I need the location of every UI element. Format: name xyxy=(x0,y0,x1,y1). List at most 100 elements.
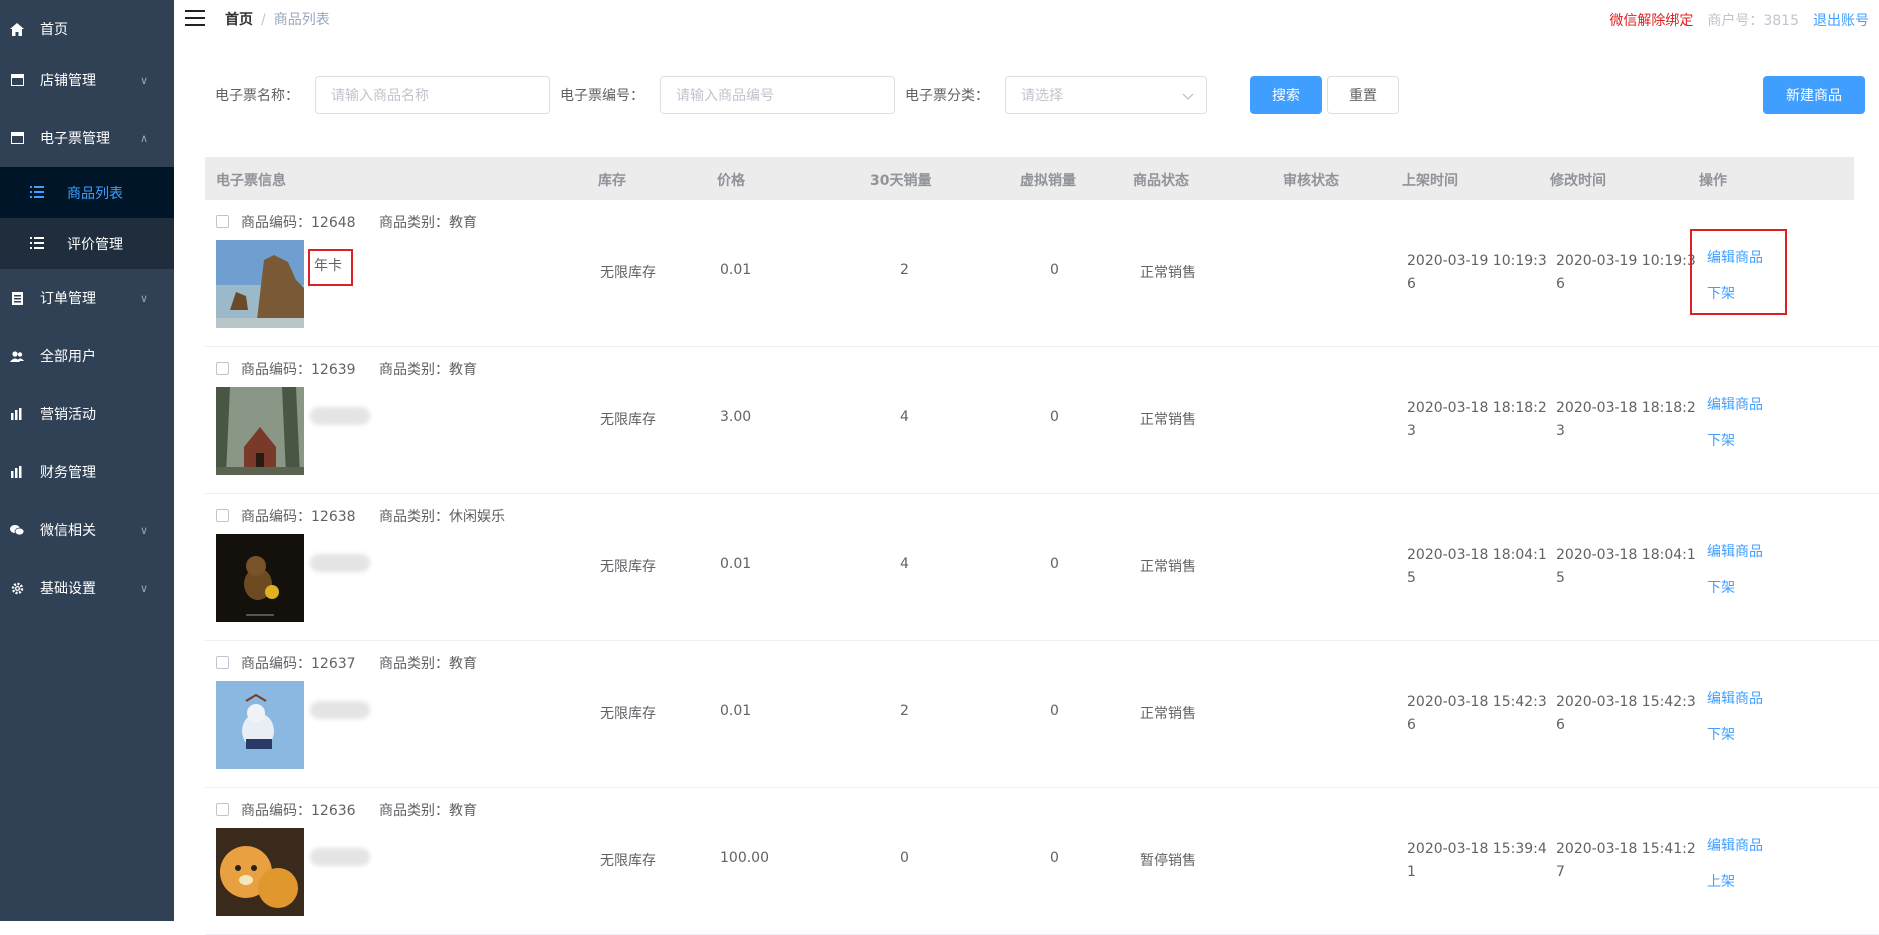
sidebar-item-label: 微信相关 xyxy=(40,523,96,539)
stock-value: 无限库存 xyxy=(600,706,656,722)
row-checkbox[interactable] xyxy=(216,362,229,375)
toggle-listing-link[interactable]: 下架 xyxy=(1707,430,1735,450)
sidebar-item-label: 基础设置 xyxy=(40,581,96,597)
sales30-value: 4 xyxy=(900,556,909,572)
price-value: 100.00 xyxy=(720,850,769,866)
toggle-listing-link[interactable]: 下架 xyxy=(1707,577,1735,597)
product-category: 商品类别：教育 xyxy=(379,656,477,672)
sidebar-item-settings[interactable]: 基础设置 ∨ xyxy=(0,559,174,617)
column-header-price: 价格 xyxy=(717,173,745,189)
chevron-down-icon xyxy=(1182,89,1194,105)
status-value: 暂停销售 xyxy=(1140,853,1196,869)
edit-product-link[interactable]: 编辑商品 xyxy=(1707,541,1763,561)
sales30-value: 2 xyxy=(900,262,909,278)
table-row: 商品编码：12648 商品类别：教育 年卡 无限库存 0.01 2 0 正常销售… xyxy=(205,200,1879,347)
sidebar-item-ticket[interactable]: 电子票管理 ∧ xyxy=(0,109,174,167)
edit-product-link[interactable]: 编辑商品 xyxy=(1707,688,1763,708)
listed-time: 2020-03-18 15:42:36 xyxy=(1407,694,1547,733)
sidebar-subitem-reviews[interactable]: 评价管理 xyxy=(0,218,174,269)
product-category: 商品类别：教育 xyxy=(379,803,477,819)
chevron-down-icon: ∨ xyxy=(140,581,149,595)
table-row: 商品编码：12637 商品类别：教育 无限库存 0.01 2 0 正常销售 20… xyxy=(205,641,1879,788)
blurred-product-name xyxy=(310,701,370,719)
row-checkbox[interactable] xyxy=(216,656,229,669)
stock-value: 无限库存 xyxy=(600,853,656,869)
table-row: 商品编码：12639 商品类别：教育 无限库存 3.00 4 0 正常销售 20… xyxy=(205,347,1879,494)
sidebar-item-finance[interactable]: 财务管理 xyxy=(0,443,174,501)
status-value: 正常销售 xyxy=(1140,706,1196,722)
product-category: 商品类别：教育 xyxy=(379,215,477,231)
modified-time: 2020-03-19 10:19:36 xyxy=(1556,253,1696,292)
sidebar-item-wechat[interactable]: 微信相关 ∨ xyxy=(0,501,174,559)
edit-product-link[interactable]: 编辑商品 xyxy=(1707,394,1763,414)
sidebar-item-users[interactable]: 全部用户 xyxy=(0,327,174,385)
listed-time: 2020-03-18 15:39:41 xyxy=(1407,841,1547,880)
name-search-input[interactable]: 请输入商品名称 xyxy=(315,76,550,114)
sidebar-subitem-label: 评价管理 xyxy=(67,236,123,253)
toggle-listing-link[interactable]: 下架 xyxy=(1707,724,1735,744)
listed-time: 2020-03-18 18:04:15 xyxy=(1407,547,1547,586)
row-checkbox[interactable] xyxy=(216,215,229,228)
sidebar-item-label: 营销活动 xyxy=(40,407,96,423)
column-header-audit: 审核状态 xyxy=(1283,173,1339,189)
ticket-icon xyxy=(10,131,24,145)
order-icon xyxy=(10,291,24,305)
table-row: 商品编码：12636 商品类别：教育 无限库存 100.00 0 0 暂停销售 … xyxy=(205,788,1879,935)
new-product-button[interactable]: 新建商品 xyxy=(1763,76,1865,114)
stock-value: 无限库存 xyxy=(600,265,656,281)
breadcrumb-home[interactable]: 首页 xyxy=(225,12,253,28)
gear-icon xyxy=(10,581,24,595)
sidebar-item-shop[interactable]: 店铺管理 ∨ xyxy=(0,51,174,109)
code-search-input[interactable]: 请输入商品编号 xyxy=(660,76,895,114)
virtual-sales-value: 0 xyxy=(1050,556,1059,572)
category-select[interactable]: 请选择 xyxy=(1005,76,1207,114)
sidebar-subitem-product-list[interactable]: 商品列表 xyxy=(0,167,174,218)
status-value: 正常销售 xyxy=(1140,559,1196,575)
logout-link[interactable]: 退出账号 xyxy=(1813,10,1869,30)
chevron-down-icon: ∨ xyxy=(140,523,149,537)
price-value: 3.00 xyxy=(720,409,752,425)
list-icon xyxy=(30,185,44,200)
name-search-placeholder: 请输入商品名称 xyxy=(331,88,429,104)
sidebar-item-home[interactable]: 首页 xyxy=(0,0,174,58)
column-header-modified-time: 修改时间 xyxy=(1550,173,1606,189)
modified-time: 2020-03-18 15:42:36 xyxy=(1556,694,1696,733)
column-header-status: 商品状态 xyxy=(1133,173,1189,189)
row-checkbox[interactable] xyxy=(216,509,229,522)
sidebar-item-label: 店铺管理 xyxy=(40,73,96,89)
toggle-listing-link[interactable]: 上架 xyxy=(1707,871,1735,891)
sidebar-item-marketing[interactable]: 营销活动 xyxy=(0,385,174,443)
product-thumbnail xyxy=(216,387,304,475)
virtual-sales-value: 0 xyxy=(1050,409,1059,425)
product-code: 商品编码：12639 xyxy=(241,362,356,378)
chevron-up-icon: ∧ xyxy=(140,131,149,145)
status-value: 正常销售 xyxy=(1140,265,1196,281)
modified-time: 2020-03-18 18:18:23 xyxy=(1556,400,1696,439)
sidebar-item-orders[interactable]: 订单管理 ∨ xyxy=(0,269,174,327)
edit-product-link[interactable]: 编辑商品 xyxy=(1707,835,1763,855)
sidebar-item-label: 订单管理 xyxy=(40,291,96,307)
blurred-product-name xyxy=(310,848,370,866)
sidebar-item-label: 电子票管理 xyxy=(40,131,110,147)
column-header-actions: 操作 xyxy=(1699,173,1727,189)
status-value: 正常销售 xyxy=(1140,412,1196,428)
listed-time: 2020-03-19 10:19:36 xyxy=(1407,253,1547,292)
product-code: 商品编码：12638 xyxy=(241,509,356,525)
row-checkbox[interactable] xyxy=(216,803,229,816)
name-filter-label: 电子票名称： xyxy=(215,88,299,104)
listed-time: 2020-03-18 18:18:23 xyxy=(1407,400,1547,439)
blurred-product-name xyxy=(310,554,370,572)
price-value: 0.01 xyxy=(720,262,752,278)
wechat-icon xyxy=(10,523,24,537)
reset-button[interactable]: 重置 xyxy=(1327,76,1399,114)
stock-value: 无限库存 xyxy=(600,559,656,575)
search-button[interactable]: 搜索 xyxy=(1250,76,1322,114)
chevron-down-icon: ∨ xyxy=(140,73,149,87)
table-row: 商品编码：12638 商品类别：休闲娱乐 无限库存 0.01 4 0 正常销售 … xyxy=(205,494,1879,641)
product-category: 商品类别：休闲娱乐 xyxy=(379,509,505,525)
price-value: 0.01 xyxy=(720,556,752,572)
highlight-box xyxy=(308,249,353,286)
hamburger-menu-icon[interactable] xyxy=(185,10,205,26)
unbind-wechat-link[interactable]: 微信解除绑定 xyxy=(1609,10,1693,30)
sidebar-subitem-label: 商品列表 xyxy=(67,185,123,202)
